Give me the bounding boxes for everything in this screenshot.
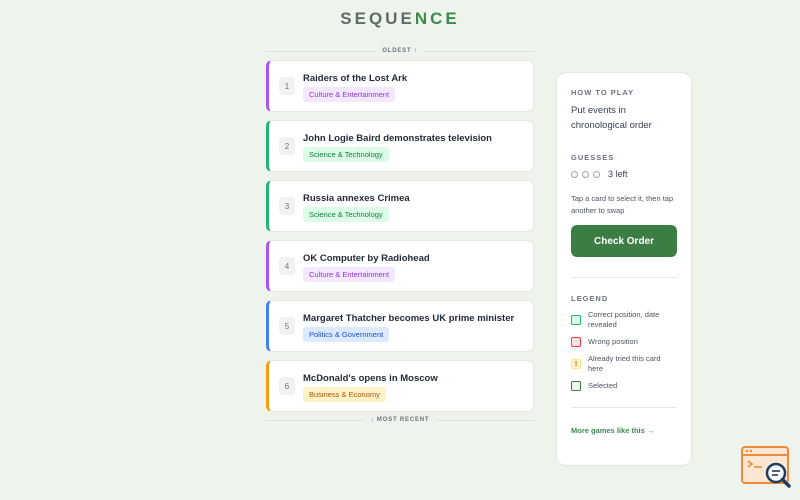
legend-label: Selected	[588, 381, 618, 390]
category-tag: Politics & Government	[303, 327, 390, 342]
legend-item-correct: Correct position, date revealed	[571, 310, 677, 330]
event-card[interactable]: 1 Raiders of the Lost Ark Culture & Ente…	[266, 60, 534, 112]
logo-part-1: SEQUE	[340, 9, 415, 28]
card-title: McDonald's opens in Moscow	[303, 373, 438, 384]
legend-label: Correct position, date revealed	[588, 310, 660, 329]
search-widget-icon[interactable]	[740, 446, 792, 490]
card-position: 6	[279, 377, 295, 395]
how-to-play-text: Put events in chronological order	[571, 105, 652, 131]
logo-part-2: NCE	[414, 9, 460, 28]
event-card[interactable]: 6 McDonald's opens in Moscow Business & …	[266, 360, 534, 412]
legend-label: Wrong position	[588, 337, 638, 346]
correct-swatch-icon	[571, 315, 581, 325]
legend-item-tried: ! Already tried this card here	[571, 354, 677, 374]
card-title: Raiders of the Lost Ark	[303, 73, 408, 84]
card-title: OK Computer by Radiohead	[303, 253, 430, 264]
card-position: 1	[279, 77, 295, 95]
how-to-play-heading: HOW TO PLAY	[571, 88, 635, 97]
guess-dot-icon	[593, 170, 600, 178]
legend-label: Already tried this card here	[588, 354, 661, 373]
guesses-heading: GUESSES	[571, 153, 615, 162]
game-logo: SEQUENCE	[0, 9, 800, 29]
selected-swatch-icon	[571, 381, 581, 391]
swap-hint: Tap a card to select it, then tap anothe…	[571, 194, 674, 215]
category-tag: Business & Economy	[303, 387, 386, 402]
event-card[interactable]: 3 Russia annexes Crimea Science & Techno…	[266, 180, 534, 232]
category-tag: Science & Technology	[303, 147, 389, 162]
side-panel: HOW TO PLAY Put events in chronological …	[556, 72, 692, 466]
category-tag: Science & Technology	[303, 207, 389, 222]
panel-divider	[571, 277, 677, 278]
most-recent-marker: ↓ MOST RECENT	[266, 414, 535, 426]
guesses-left-text: 3 left	[608, 169, 628, 179]
panel-divider	[571, 407, 677, 408]
card-title: Russia annexes Crimea	[303, 193, 410, 204]
most-recent-label: ↓ MOST RECENT	[370, 417, 430, 423]
event-card[interactable]: 2 John Logie Baird demonstrates televisi…	[266, 120, 534, 172]
legend-item-wrong: Wrong position	[571, 337, 677, 347]
legend-heading: LEGEND	[571, 294, 609, 303]
category-tag: Culture & Entertainment	[303, 267, 396, 282]
card-position: 3	[279, 197, 295, 215]
oldest-marker: OLDEST ↑	[266, 45, 534, 57]
legend-item-selected: Selected	[571, 381, 677, 391]
event-card[interactable]: 5 Margaret Thatcher becomes UK prime min…	[266, 300, 534, 352]
wrong-swatch-icon	[571, 337, 581, 347]
category-tag: Culture & Entertainment	[303, 87, 396, 102]
guess-dot-icon	[582, 170, 589, 178]
exclamation-icon: !	[571, 359, 581, 369]
guesses-indicator: 3 left	[571, 169, 677, 179]
event-card[interactable]: 4 OK Computer by Radiohead Culture & Ent…	[266, 240, 534, 292]
card-position: 5	[279, 317, 295, 335]
card-title: John Logie Baird demonstrates television	[303, 133, 492, 144]
card-position: 2	[279, 137, 295, 155]
card-title: Margaret Thatcher becomes UK prime minis…	[303, 313, 515, 324]
check-order-button[interactable]: Check Order	[571, 225, 677, 257]
guess-dot-icon	[571, 170, 578, 178]
more-games-link[interactable]: More games like this →	[571, 426, 677, 435]
oldest-label: OLDEST ↑	[382, 48, 418, 54]
event-card-list: 1 Raiders of the Lost Ark Culture & Ente…	[266, 60, 534, 420]
card-position: 4	[279, 257, 295, 275]
